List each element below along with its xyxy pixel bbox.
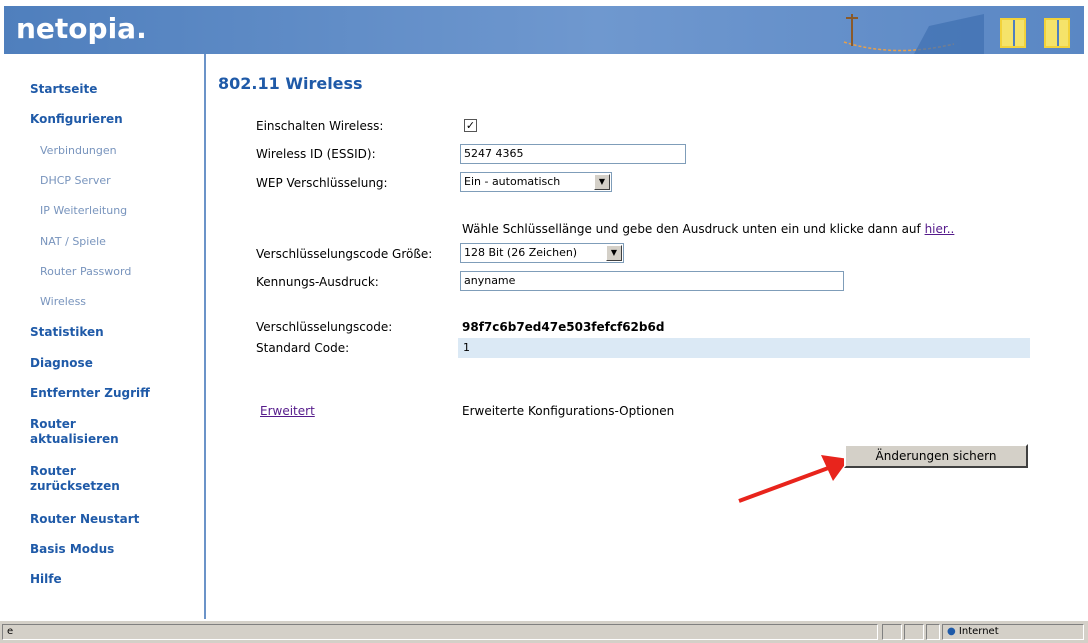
sidebar-item-konfigurieren[interactable]: Konfigurieren bbox=[30, 112, 123, 127]
key-label: Verschlüsselungscode: bbox=[256, 320, 393, 334]
browser-status-bar: e ● Internet bbox=[0, 620, 1088, 643]
keysize-label: Verschlüsselungscode Größe: bbox=[256, 247, 433, 261]
save-changes-button[interactable]: Änderungen sichern bbox=[844, 444, 1028, 468]
sidebar-item-router-password[interactable]: Router Password bbox=[40, 265, 131, 278]
std-code-label: Standard Code: bbox=[256, 341, 350, 355]
main-content: 802.11 Wireless Einschalten Wireless: ✓ … bbox=[206, 54, 1084, 619]
status-cell-2 bbox=[904, 624, 924, 640]
internet-zone: ● Internet bbox=[942, 624, 1084, 640]
checkbox-icon: ✓ bbox=[465, 119, 476, 132]
enable-wireless-checkbox[interactable]: ✓ bbox=[464, 119, 477, 132]
sidebar-item-startseite[interactable]: Startseite bbox=[30, 82, 97, 97]
ssid-input[interactable]: 5247 4365 bbox=[460, 144, 686, 164]
wep-label: WEP Verschlüsselung: bbox=[256, 176, 388, 190]
sidebar-item-verbindungen[interactable]: Verbindungen bbox=[40, 144, 117, 157]
netopia-logo: netopia. bbox=[16, 12, 147, 45]
window-icon-2 bbox=[1044, 18, 1070, 48]
hint-text: Wähle Schlüssellänge und gebe den Ausdru… bbox=[462, 222, 925, 236]
sidebar-item-ip-weiterleitung[interactable]: IP Weiterleitung bbox=[40, 204, 127, 217]
ie-page-icon: e bbox=[2, 624, 878, 640]
sidebar-item-wireless[interactable]: Wireless bbox=[40, 295, 86, 308]
header-bar: netopia. bbox=[4, 6, 1084, 54]
sidebar-item-router-aktualisieren[interactable]: Router aktualisieren bbox=[30, 417, 140, 447]
wep-select-value: Ein - automatisch bbox=[464, 175, 561, 188]
ssid-label: Wireless ID (ESSID): bbox=[256, 147, 376, 161]
hint-link[interactable]: hier.. bbox=[925, 222, 955, 236]
key-hint-text: Wähle Schlüssellänge und gebe den Ausdru… bbox=[462, 222, 954, 236]
dropdown-arrow-icon[interactable]: ▼ bbox=[606, 245, 622, 261]
sidebar-item-basis-modus[interactable]: Basis Modus bbox=[30, 542, 114, 557]
passphrase-label: Kennungs-Ausdruck: bbox=[256, 275, 379, 289]
window-icon-1 bbox=[1000, 18, 1026, 48]
page-title: 802.11 Wireless bbox=[218, 74, 363, 93]
sidebar-nav: Startseite Konfigurieren Verbindungen DH… bbox=[4, 54, 206, 619]
sidebar-item-statistiken[interactable]: Statistiken bbox=[30, 325, 104, 340]
dropdown-arrow-icon[interactable]: ▼ bbox=[594, 174, 610, 190]
internet-globe-icon: ● bbox=[947, 626, 956, 637]
wep-select[interactable]: Ein - automatisch ▼ bbox=[460, 172, 612, 192]
sidebar-item-router-neustart[interactable]: Router Neustart bbox=[30, 512, 139, 527]
std-code-value: 1 bbox=[458, 338, 1030, 358]
status-cell-1 bbox=[882, 624, 902, 640]
sidebar-item-hilfe[interactable]: Hilfe bbox=[30, 572, 62, 587]
sidebar-item-diagnose[interactable]: Diagnose bbox=[30, 356, 93, 371]
advanced-description: Erweiterte Konfigurations-Optionen bbox=[462, 404, 675, 418]
header-decoration-icon bbox=[843, 14, 984, 54]
sidebar-item-nat-spiele[interactable]: NAT / Spiele bbox=[40, 235, 106, 248]
key-value: 98f7c6b7ed47e503fefcf62b6d bbox=[462, 320, 665, 334]
keysize-select[interactable]: 128 Bit (26 Zeichen) ▼ bbox=[460, 243, 624, 263]
enable-wireless-label: Einschalten Wireless: bbox=[256, 119, 384, 133]
keysize-select-value: 128 Bit (26 Zeichen) bbox=[464, 246, 578, 259]
passphrase-input[interactable]: anyname bbox=[460, 271, 844, 291]
sidebar-item-dhcp-server[interactable]: DHCP Server bbox=[40, 174, 111, 187]
sidebar-item-entfernter-zugriff[interactable]: Entfernter Zugriff bbox=[30, 386, 150, 401]
sidebar-item-router-zuruecksetzen[interactable]: Router zurücksetzen bbox=[30, 464, 140, 494]
advanced-link[interactable]: Erweitert bbox=[260, 404, 315, 418]
status-cell-3 bbox=[926, 624, 940, 640]
internet-zone-label: Internet bbox=[958, 626, 999, 637]
red-arrow-icon bbox=[738, 455, 849, 503]
